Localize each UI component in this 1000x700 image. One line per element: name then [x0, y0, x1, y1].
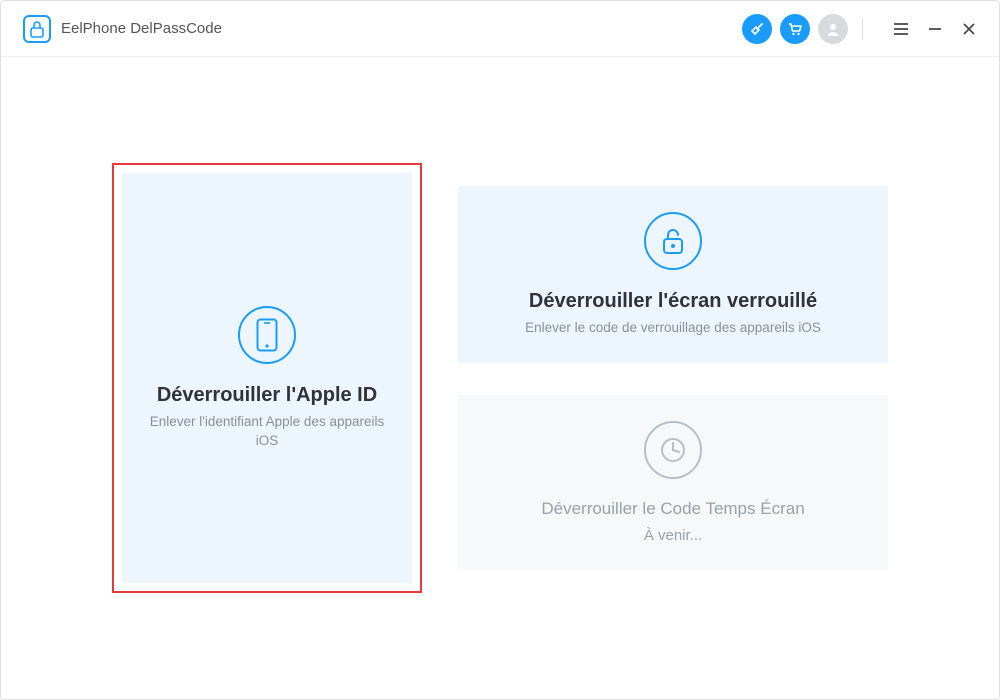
phone-icon — [238, 306, 296, 364]
account-button[interactable] — [818, 14, 848, 44]
titlebar-divider — [862, 18, 863, 40]
lock-screen-title: Déverrouiller l'écran verrouillé — [529, 290, 817, 313]
unlock-lock-screen-card[interactable]: Déverrouiller l'écran verrouillé Enlever… — [458, 186, 888, 364]
app-logo-icon — [23, 15, 51, 43]
unlock-apple-id-card[interactable]: Déverrouiller l'Apple ID Enlever l'ident… — [122, 173, 412, 583]
unlock-apple-id-highlight: Déverrouiller l'Apple ID Enlever l'ident… — [112, 163, 422, 593]
unlock-screen-time-card: Déverrouiller le Code Temps Écran À veni… — [458, 395, 888, 570]
cart-button[interactable] — [780, 14, 810, 44]
clock-icon — [644, 421, 702, 479]
app-title: EelPhone DelPassCode — [61, 20, 222, 37]
tools-button[interactable] — [742, 14, 772, 44]
close-button[interactable] — [959, 19, 979, 39]
unlock-icon — [644, 212, 702, 270]
screen-time-coming: À venir... — [644, 527, 702, 544]
apple-id-subtitle: Enlever l'identifiant Apple des appareil… — [142, 413, 392, 451]
menu-button[interactable] — [891, 19, 911, 39]
main-content: Déverrouiller l'Apple ID Enlever l'ident… — [1, 57, 999, 699]
minimize-button[interactable] — [925, 19, 945, 39]
screen-time-title: Déverrouiller le Code Temps Écran — [541, 499, 804, 519]
lock-screen-subtitle: Enlever le code de verrouillage des appa… — [525, 319, 821, 338]
apple-id-title: Déverrouiller l'Apple ID — [157, 384, 377, 407]
titlebar: EelPhone DelPassCode — [1, 1, 999, 57]
app-window: EelPhone DelPassCode — [0, 0, 1000, 700]
right-column: Déverrouiller l'écran verrouillé Enlever… — [458, 186, 888, 571]
